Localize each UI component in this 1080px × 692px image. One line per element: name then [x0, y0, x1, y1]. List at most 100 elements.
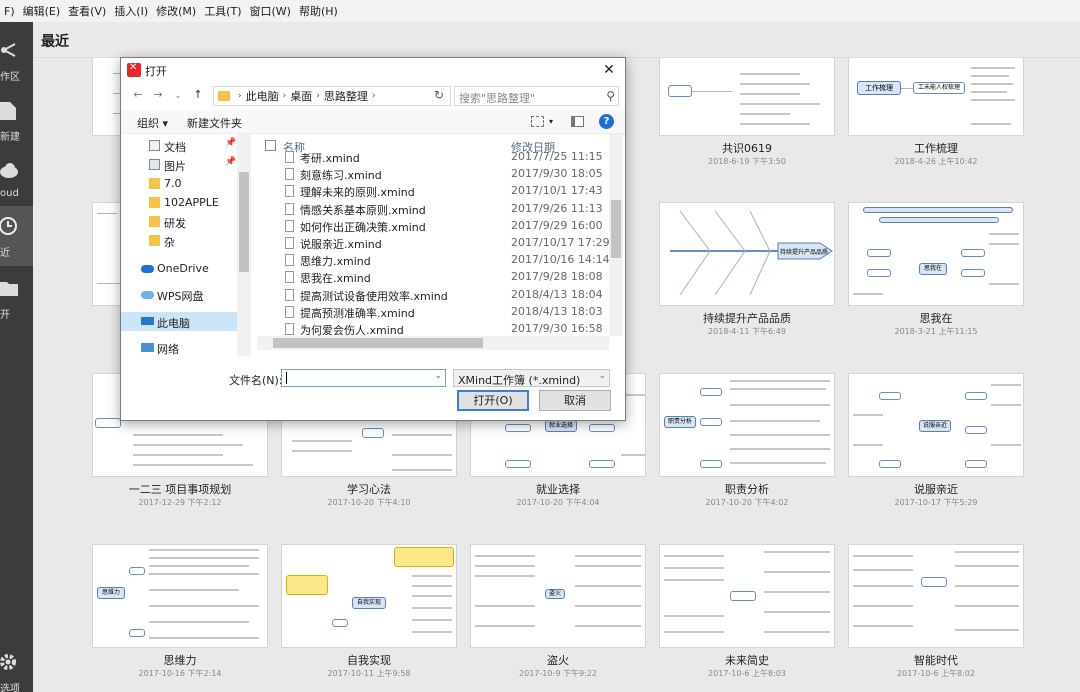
close-icon[interactable]: ✕ — [599, 60, 619, 80]
menu-item[interactable]: 工具(T) — [200, 3, 245, 19]
filename-input[interactable]: ⌄ — [281, 369, 446, 387]
chevron-right-icon[interactable]: › — [312, 91, 324, 101]
nav-item-documents[interactable]: 文档 📌 — [121, 136, 237, 155]
card-name: 一二三 项目事项规划 — [128, 483, 232, 496]
sidebar-item-workspace[interactable]: 作区 — [0, 30, 33, 90]
nav-item-folder[interactable]: 杂 — [121, 231, 237, 250]
pin-icon[interactable]: 📌 — [225, 157, 236, 167]
preview-pane-icon[interactable] — [571, 116, 584, 127]
filename-label: 文件名(N): — [229, 374, 283, 387]
mindmap-thumbnail: 持续提升产品品质 — [659, 202, 835, 306]
breadcrumb[interactable]: › 此电脑 › 桌面 › 思路整理 › — [213, 86, 451, 106]
file-row[interactable]: 思维力.xmind 2017/10/16 14:14 — [257, 252, 610, 269]
page-header: 最近 — [33, 22, 1080, 58]
file-date: 2017/10/16 14:14 — [511, 253, 610, 267]
file-row[interactable]: 理解未来的原则.xmind 2017/10/1 17:43 — [257, 183, 609, 200]
back-arrow-icon[interactable]: ← — [131, 88, 145, 104]
sidebar-item-new[interactable]: 新建 — [0, 90, 33, 150]
card-date: 2017-10-6 上午8:03 — [708, 669, 786, 678]
pin-icon[interactable]: 📌 — [225, 138, 236, 148]
file-row[interactable]: 提高预测准确率.xmind 2018/4/13 18:03 — [257, 304, 609, 321]
menu-item[interactable]: 帮助(H) — [295, 3, 342, 19]
open-button[interactable]: 打开(O) — [457, 390, 529, 411]
view-options-icon[interactable] — [531, 116, 544, 127]
nav-item-wps-cloud[interactable]: WPS网盘 — [121, 285, 237, 304]
menu-item[interactable]: 插入(I) — [110, 3, 152, 19]
sidebar-item-label: 开 — [0, 310, 10, 321]
file-row[interactable]: 刻意练习.xmind 2017/9/30 18:05 — [257, 166, 609, 183]
nav-item-pictures[interactable]: 图片 📌 — [121, 155, 237, 174]
card-date: 2018-3-21 上午11:15 — [894, 327, 978, 336]
cancel-button[interactable]: 取消 — [539, 390, 611, 411]
chevron-down-icon[interactable]: ▾ — [549, 117, 553, 126]
menu-item[interactable]: 窗口(W) — [246, 3, 295, 19]
mindmap-thumbnail — [659, 544, 835, 648]
nav-item-folder[interactable]: 研发 — [121, 212, 237, 231]
nav-item-label: WPS网盘 — [157, 290, 204, 303]
nav-scrollbar[interactable] — [237, 134, 251, 356]
file-name: 如何作出正确决策.xmind — [300, 220, 426, 234]
menu-item[interactable]: 查看(V) — [64, 3, 110, 19]
open-file-dialog: 打开 ✕ ← → ⌄ ↑ › 此电脑 › 桌面 › 思路整理 › ↻ 搜索"思路… — [120, 57, 626, 421]
xmind-file-icon — [285, 237, 294, 249]
new-file-icon — [0, 102, 16, 120]
mindmap-thumbnail: 盗火 — [470, 544, 646, 648]
chevron-down-icon[interactable]: ⌄ — [598, 371, 606, 381]
file-date: 2017/9/30 18:05 — [511, 167, 603, 181]
breadcrumb-item[interactable]: 此电脑 — [246, 88, 279, 104]
search-input[interactable]: 搜索"思路整理" ⚲ — [454, 86, 619, 106]
xmind-file-icon — [285, 271, 294, 284]
sidebar-item-recent[interactable]: 近 — [0, 206, 33, 266]
sidebar-item-options[interactable]: 选项 — [0, 646, 33, 692]
nav-item-network[interactable]: 网络 — [121, 338, 237, 357]
menu-item[interactable]: F) — [0, 5, 19, 18]
menu-item[interactable]: 编辑(E) — [19, 3, 65, 19]
chevron-right-icon[interactable]: › — [279, 91, 291, 101]
scrollbar-thumb[interactable] — [273, 338, 483, 348]
scrollbar-thumb[interactable] — [239, 172, 249, 272]
file-list-hscrollbar[interactable] — [257, 336, 609, 350]
chevron-right-icon[interactable]: › — [234, 91, 246, 101]
file-type-value: XMind工作簿 (*.xmind) — [458, 374, 581, 387]
chevron-down-icon[interactable]: ⌄ — [434, 371, 442, 381]
scrollbar-thumb[interactable] — [611, 200, 621, 258]
new-folder-button[interactable]: 新建文件夹 — [187, 115, 242, 131]
nav-item-folder[interactable]: 7.0 — [121, 174, 237, 193]
file-row[interactable]: 情感关系基本原则.xmind 2017/9/26 11:13 — [257, 201, 609, 218]
nav-item-label: 图片 — [164, 160, 186, 173]
refresh-icon[interactable]: ↻ — [434, 88, 448, 104]
file-row[interactable]: 考研.xmind 2017/7/25 11:15 — [257, 149, 609, 166]
file-list-scrollbar[interactable] — [609, 134, 623, 336]
file-row[interactable]: 如何作出正确决策.xmind 2017/9/29 16:00 — [257, 218, 609, 235]
file-name: 情感关系基本原则.xmind — [300, 203, 426, 217]
help-icon[interactable]: ? — [599, 114, 614, 129]
folder-icon — [149, 178, 160, 189]
file-type-select[interactable]: XMind工作簿 (*.xmind) ⌄ — [453, 369, 610, 387]
sidebar-item-open[interactable]: 开 — [0, 268, 33, 328]
xmind-file-icon — [285, 151, 294, 163]
xmind-file-icon — [285, 254, 294, 267]
file-row[interactable]: 说服亲近.xmind 2017/10/17 17:29 — [257, 235, 610, 252]
network-icon — [141, 343, 154, 352]
mindmap-thumbnail — [659, 58, 835, 136]
organize-button[interactable]: 组织 ▾ — [137, 115, 168, 131]
card-name: 思维力 — [163, 654, 197, 667]
thumb-center-node: 思我在 — [919, 263, 947, 275]
nav-item-label: 网络 — [157, 343, 179, 356]
file-date: 2017/7/25 11:15 — [511, 150, 603, 163]
chevron-down-icon[interactable]: ⌄ — [171, 91, 185, 107]
sidebar-item-cloud[interactable]: oud — [0, 150, 33, 210]
forward-arrow-icon[interactable]: → — [151, 88, 165, 104]
nav-item-onedrive[interactable]: OneDrive — [121, 259, 237, 278]
breadcrumb-item[interactable]: 桌面 — [290, 88, 312, 104]
cloud-icon — [0, 163, 18, 178]
nav-item-this-pc[interactable]: 此电脑 — [121, 312, 237, 331]
file-row[interactable]: 思我在.xmind 2017/9/28 18:08 — [257, 269, 609, 286]
breadcrumb-item[interactable]: 思路整理 — [324, 88, 368, 104]
nav-item-folder[interactable]: 102APPLE — [121, 193, 237, 212]
search-icon[interactable]: ⚲ — [606, 89, 615, 103]
up-arrow-icon[interactable]: ↑ — [191, 88, 205, 104]
file-row[interactable]: 提高测试设备使用效率.xmind 2018/4/13 18:04 — [257, 287, 609, 304]
chevron-right-icon[interactable]: › — [368, 91, 380, 101]
menu-item[interactable]: 修改(M) — [152, 3, 200, 19]
